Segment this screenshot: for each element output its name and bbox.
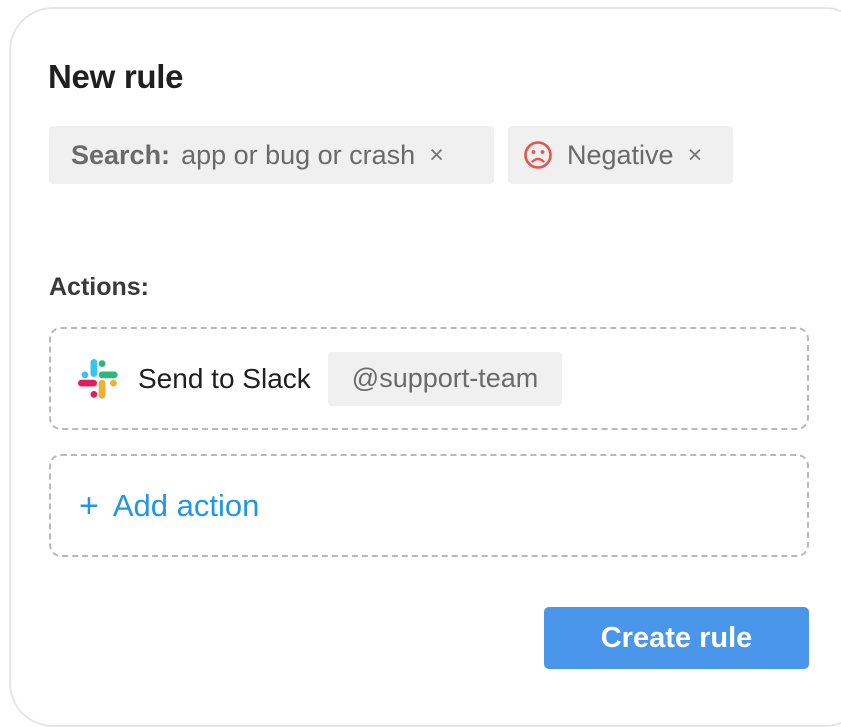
add-action-button[interactable]: + Add action (49, 454, 809, 557)
slack-icon (78, 358, 118, 399)
sentiment-filter-chip[interactable]: Negative × (508, 126, 733, 184)
create-rule-button[interactable]: Create rule (544, 607, 809, 669)
frown-face-icon (524, 141, 552, 169)
actions-heading: Actions: (49, 273, 149, 301)
search-filter-chip[interactable]: Search: app or bug or crash × (49, 126, 494, 184)
action-name: Send to Slack (138, 362, 311, 394)
add-action-label: Add action (112, 487, 260, 523)
remove-sentiment-filter-icon[interactable]: × (688, 141, 703, 170)
rule-title: New rule (48, 58, 184, 95)
plus-icon: + (79, 486, 99, 525)
slack-target-chip[interactable]: @support-team (327, 351, 563, 406)
search-filter-value: app or bug or crash (181, 139, 416, 170)
remove-search-filter-icon[interactable]: × (429, 141, 444, 170)
sentiment-filter-label: Negative (567, 139, 674, 170)
action-send-to-slack[interactable]: Send to Slack @support-team (49, 327, 809, 430)
search-filter-key: Search: (71, 139, 171, 170)
